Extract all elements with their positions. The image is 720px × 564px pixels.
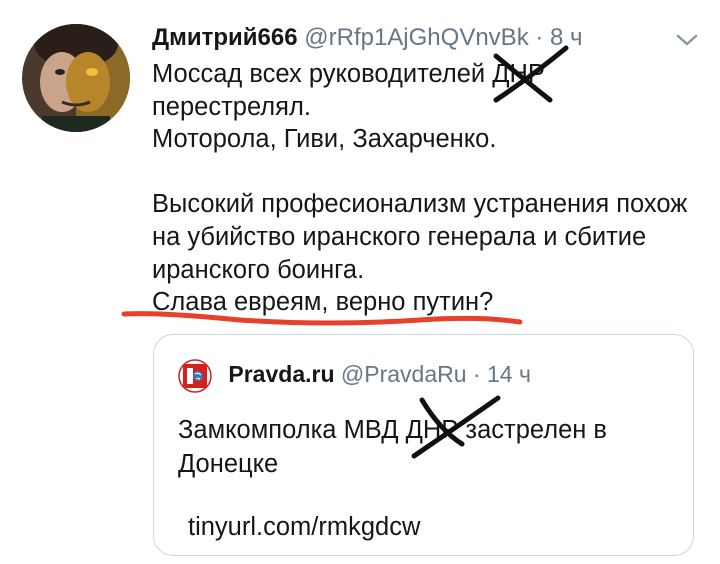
tweet-line: Слава евреям, верно путин?: [152, 288, 494, 317]
quoted-meta-separator: ·: [472, 361, 481, 387]
quoted-author-name[interactable]: Pravda.ru: [228, 361, 334, 387]
author-name[interactable]: Дмитрий666: [152, 24, 298, 51]
tweet-line: иранского боинга.: [152, 255, 365, 284]
author-handle[interactable]: @rRfp1AjGhQVnvBk: [304, 24, 528, 51]
quoted-tweet-time[interactable]: 14 ч: [487, 361, 531, 387]
tweet-line: Моссад всех руководителей ДНР: [152, 60, 545, 88]
pravda-logo-icon[interactable]: [178, 359, 212, 393]
tweet-line: Моторола, Гиви, Захарченко.: [152, 125, 497, 154]
tweet-time[interactable]: 8 ч: [550, 24, 583, 51]
tweet-header: Дмитрий666 @rRfp1AjGhQVnvBk · 8 ч: [152, 20, 700, 56]
tweet-line-blank: [152, 156, 702, 189]
quoted-tweet-link[interactable]: tinyurl.com/rmkgdcw: [188, 511, 420, 543]
meta-separator: ·: [535, 24, 544, 51]
tweet-line: перестрелял.: [152, 92, 311, 121]
avatar[interactable]: [22, 24, 130, 132]
quoted-tweet-card[interactable]: Pravda.ru @PravdaRu · 14 ч Замкомполка М…: [153, 334, 694, 556]
quoted-tweet-text: Замкомполка МВД ДНР застрелен в Донецке: [178, 416, 607, 478]
tweet-line: Высокий професионализм устранения похож: [152, 190, 688, 219]
chevron-down-icon[interactable]: [674, 26, 700, 48]
tweet-line: на убийство иранского генерала и сбитие: [152, 222, 647, 251]
quoted-author-handle[interactable]: @PravdaRu: [341, 361, 467, 387]
tweet-text: Моссад всех руководителей ДНР перестреля…: [152, 58, 702, 319]
quoted-tweet-header: Pravda.ru @PravdaRu · 14 ч: [178, 357, 531, 393]
